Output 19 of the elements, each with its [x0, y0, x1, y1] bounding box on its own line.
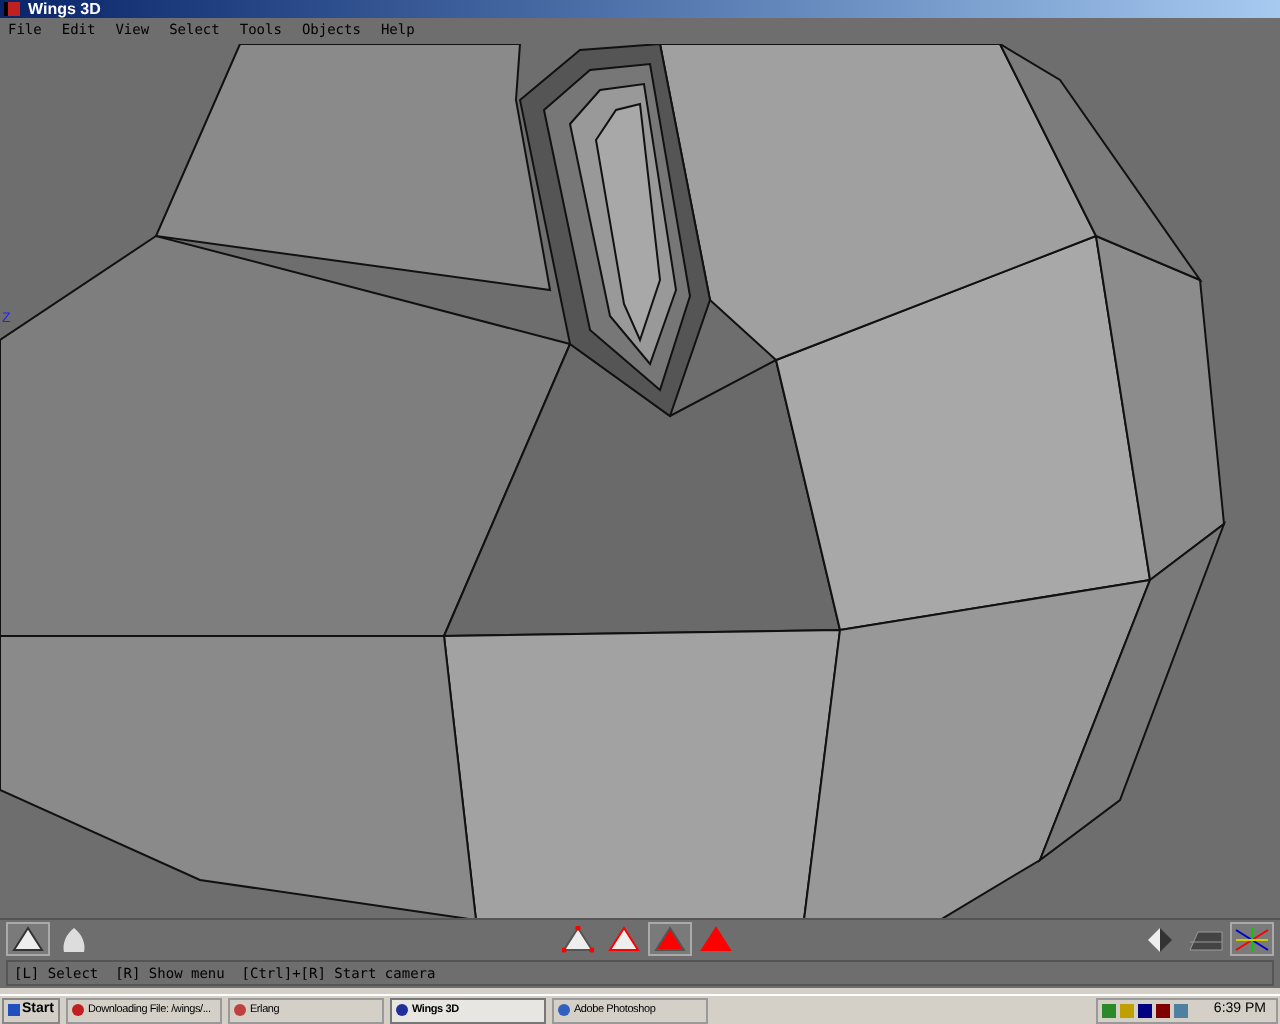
smooth-shape-icon [60, 925, 88, 954]
app-icon [233, 1004, 246, 1017]
grid-plane-icon [1188, 925, 1224, 954]
pyramid-icon [700, 925, 732, 954]
pyramid-icon [562, 925, 594, 954]
app-icon [4, 2, 20, 16]
axes-icon [1234, 925, 1270, 954]
app-icon [557, 1004, 570, 1017]
axes-button[interactable] [1230, 922, 1274, 957]
pyramid-icon [608, 925, 640, 954]
smooth-off-button[interactable] [6, 922, 50, 957]
app-icon [395, 1004, 408, 1017]
vertex-button[interactable] [556, 922, 600, 957]
pyramid-icon [654, 925, 686, 954]
pyramid-icon [12, 925, 44, 954]
windows-logo-icon [8, 1004, 20, 1017]
face-button[interactable] [648, 922, 692, 957]
window-title: Wings 3D [28, 0, 101, 18]
app-icon [71, 1004, 84, 1017]
